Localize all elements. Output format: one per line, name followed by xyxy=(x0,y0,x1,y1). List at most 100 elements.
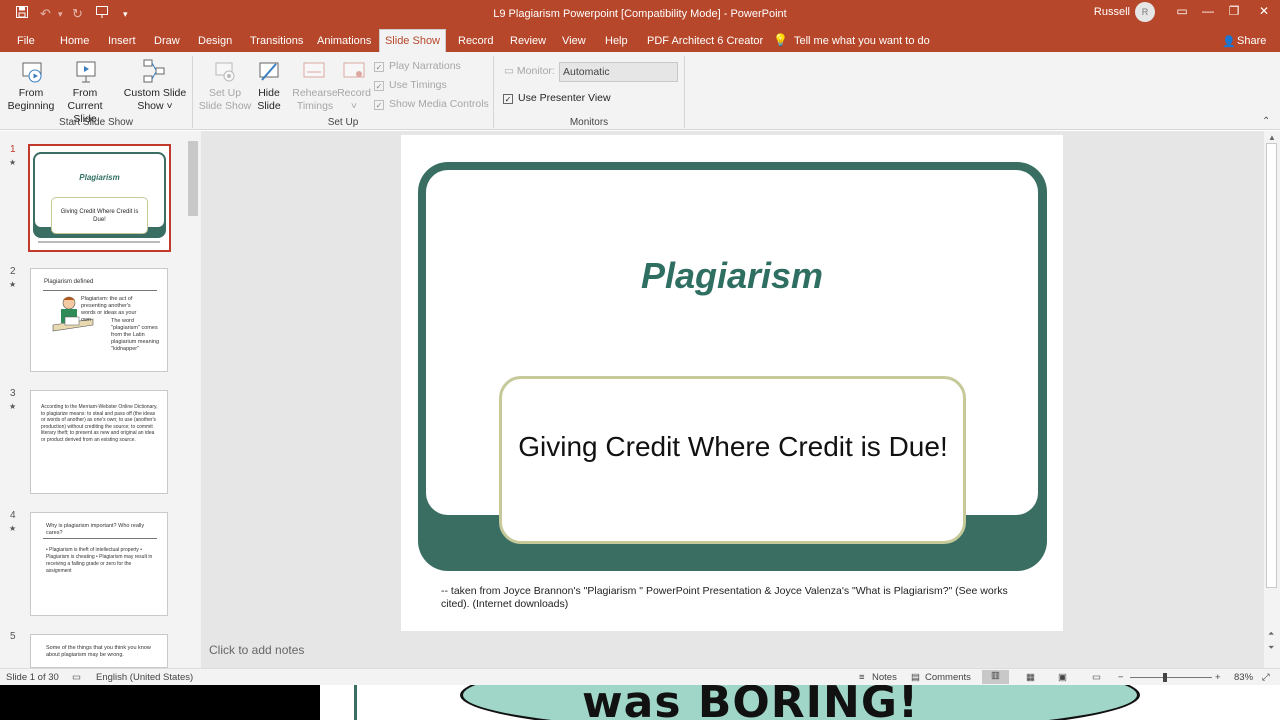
spelling-icon[interactable]: ▭ xyxy=(72,672,81,683)
monitor-icon: ▭ xyxy=(504,65,514,77)
slide-canvas[interactable]: Plagiarism Giving Credit Where Credit is… xyxy=(401,135,1063,631)
zoom-slider[interactable] xyxy=(1130,677,1212,678)
comments-icon[interactable]: ▤ xyxy=(911,672,920,683)
record-slide-show-icon xyxy=(342,60,366,84)
show-media-controls-checkbox[interactable]: ✓ Show Media Controls xyxy=(374,98,489,110)
slide-thumbnail-pane[interactable]: 1 ★ Plagiarism Giving Credit Where Credi… xyxy=(0,131,201,668)
tab-help[interactable]: Help xyxy=(605,35,628,47)
language-indicator[interactable]: English (United States) xyxy=(96,672,193,683)
setup-show-label-2: Slide Show xyxy=(198,100,252,112)
scroll-up-icon[interactable]: ▲ xyxy=(1268,133,1276,142)
animation-star-icon: ★ xyxy=(9,524,17,533)
set-up-slide-show-button[interactable]: Set Up Slide Show xyxy=(198,87,252,113)
animation-star-icon: ★ xyxy=(9,402,17,411)
notes-icon[interactable]: ≡ xyxy=(859,672,865,683)
tab-slide-show-label: Slide Show xyxy=(384,35,441,47)
tab-file[interactable]: File xyxy=(17,35,35,47)
group-label-start-slide-show: Start Slide Show xyxy=(59,117,133,128)
zoom-level[interactable]: 83% xyxy=(1234,672,1253,683)
monitor-select-value: Automatic xyxy=(563,66,610,78)
set-up-slide-show-icon xyxy=(213,60,237,84)
restore-icon[interactable]: ❐ xyxy=(1222,4,1246,18)
slide-number: 5 xyxy=(10,631,16,642)
thumb-body: • Plagiarism is theft of intellectual pr… xyxy=(46,547,153,574)
status-bar: Slide 1 of 30 ▭ English (United States) … xyxy=(0,668,1280,685)
user-name[interactable]: Russell xyxy=(1094,6,1130,18)
scrollbar-thumb[interactable] xyxy=(188,141,198,216)
presenter-view-label: Use Presenter View xyxy=(518,92,611,104)
play-narrations-label: Play Narrations xyxy=(389,60,461,72)
video-overlay: was BORING! xyxy=(0,685,1280,720)
tab-transitions[interactable]: Transitions xyxy=(250,35,303,47)
tab-view[interactable]: View xyxy=(562,35,586,47)
comic-panel: was BORING! xyxy=(320,685,1280,720)
normal-view-icon[interactable]: ▥ xyxy=(982,670,1009,684)
thumb-credit-line xyxy=(38,241,160,243)
slide-thumbnail-3[interactable]: According to the Merriam-Webster Online … xyxy=(30,390,168,494)
thumb-title: Plagiarism defined xyxy=(44,279,94,285)
checkbox-checked-icon: ✓ xyxy=(374,81,384,91)
tab-draw[interactable]: Draw xyxy=(154,35,180,47)
ribbon-display-options-icon[interactable]: ▭ xyxy=(1170,4,1194,18)
tab-insert[interactable]: Insert xyxy=(108,35,136,47)
record-label-1: Record xyxy=(337,87,371,99)
custom-slide-show-button[interactable]: Custom Slide Show ˅ xyxy=(122,87,188,113)
rehearse-timings-button[interactable]: Rehearse Timings xyxy=(290,87,340,113)
subtitle-placeholder[interactable]: Giving Credit Where Credit is Due! xyxy=(499,376,966,544)
hide-slide-icon xyxy=(257,60,281,84)
tab-design[interactable]: Design xyxy=(198,35,232,47)
slide-show-view-icon[interactable]: ▭ xyxy=(1092,672,1101,683)
notes-button[interactable]: Notes xyxy=(872,672,897,683)
thumb-subtitle: Giving Credit Where Credit is Due! xyxy=(51,197,148,234)
slide-count: Slide 1 of 30 xyxy=(6,672,59,683)
comments-button[interactable]: Comments xyxy=(925,672,971,683)
slide-number: 1 xyxy=(10,144,16,155)
thumb-body-2: The word "plagiarism" comes from the Lat… xyxy=(111,318,159,352)
record-label-2: ˅ xyxy=(350,100,358,112)
rehearse-label-2: Timings xyxy=(296,100,334,112)
next-slide-icon[interactable]: ⏷ xyxy=(1268,643,1274,653)
thumbnail-scrollbar[interactable] xyxy=(186,131,200,668)
avatar[interactable]: R xyxy=(1135,2,1155,22)
thumb-title: Why is plagiarism important? Who really … xyxy=(46,523,145,536)
slide-thumbnail-4[interactable]: Why is plagiarism important? Who really … xyxy=(30,512,168,616)
minimize-icon[interactable]: — xyxy=(1196,4,1220,18)
tab-animations[interactable]: Animations xyxy=(317,35,371,47)
notes-placeholder[interactable]: Click to add notes xyxy=(209,643,304,657)
play-narrations-checkbox[interactable]: ✓ Play Narrations xyxy=(374,60,461,72)
share-button[interactable]: Share xyxy=(1237,35,1266,47)
zoom-out-icon[interactable]: − xyxy=(1118,672,1124,683)
close-icon[interactable]: ✕ xyxy=(1252,4,1276,18)
record-slide-show-button[interactable]: Record ˅ xyxy=(336,87,372,113)
from-beginning-label-2: Beginning xyxy=(7,100,55,112)
tell-me-search[interactable]: Tell me what you want to do xyxy=(794,35,930,47)
slide-thumbnail-1[interactable]: Plagiarism Giving Credit Where Credit is… xyxy=(28,144,171,252)
tab-record[interactable]: Record xyxy=(458,35,493,47)
slide-thumbnail-5[interactable]: Some of the things that you think you kn… xyxy=(30,634,168,668)
slide-title[interactable]: Plagiarism xyxy=(401,255,1063,297)
editor-vertical-scrollbar[interactable]: ▲ ⏶ ⏷ xyxy=(1264,131,1280,668)
reading-view-icon[interactable]: ▣ xyxy=(1058,672,1067,683)
from-current-slide-icon xyxy=(74,60,98,84)
previous-slide-icon[interactable]: ⏶ xyxy=(1268,629,1274,639)
zoom-in-icon[interactable]: + xyxy=(1215,672,1221,683)
tab-review[interactable]: Review xyxy=(510,35,546,47)
tab-slide-show[interactable]: Slide Show xyxy=(379,29,446,53)
hide-slide-button[interactable]: Hide Slide xyxy=(252,87,286,113)
zoom-slider-thumb[interactable] xyxy=(1163,673,1167,682)
monitor-select[interactable]: Automatic xyxy=(559,62,678,82)
slide-thumbnail-2[interactable]: Plagiarism defined Plagiarism: the act o… xyxy=(30,268,168,372)
tab-pdf-architect[interactable]: PDF Architect 6 Creator xyxy=(647,35,763,47)
slide-sorter-icon[interactable]: ▦ xyxy=(1026,672,1035,683)
from-beginning-button[interactable]: From Beginning xyxy=(6,87,56,113)
window-title: L9 Plagiarism Powerpoint [Compatibility … xyxy=(493,8,787,20)
use-presenter-view-checkbox[interactable]: ✓ Use Presenter View xyxy=(503,92,611,104)
slide-credit-text[interactable]: -- taken from Joyce Brannon's "Plagiaris… xyxy=(441,585,1021,611)
use-timings-checkbox[interactable]: ✓ Use Timings xyxy=(374,79,447,91)
collapse-ribbon-icon[interactable]: ⌃ xyxy=(1262,116,1270,127)
custom-show-label-1: Custom Slide xyxy=(123,87,187,99)
fit-to-window-icon[interactable]: ⤢ xyxy=(1262,672,1270,683)
scrollbar-thumb[interactable] xyxy=(1266,143,1277,588)
tab-home[interactable]: Home xyxy=(60,35,89,47)
from-beginning-icon xyxy=(21,60,45,84)
